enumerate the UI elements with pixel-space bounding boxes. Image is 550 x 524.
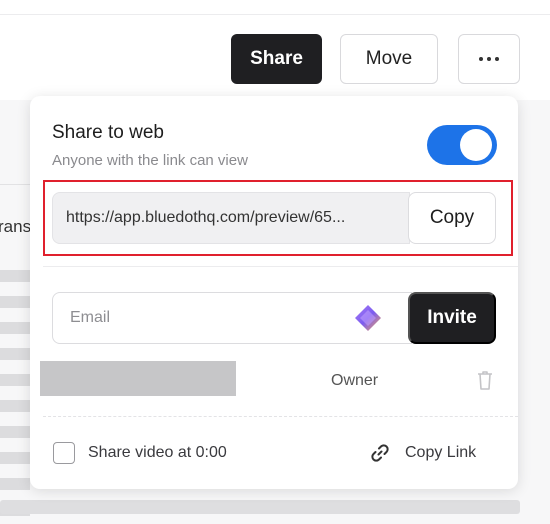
move-button[interactable]: Move <box>340 34 438 84</box>
toggle-knob <box>460 129 492 161</box>
background-lines <box>0 270 30 520</box>
share-to-web-title: Share to web <box>52 122 164 143</box>
copy-link-button[interactable]: Copy Link <box>405 444 476 462</box>
link-icon[interactable] <box>370 443 390 463</box>
invite-button[interactable]: Invite <box>408 292 496 344</box>
divider <box>43 266 518 267</box>
share-popover: Share to web Anyone with the link can vi… <box>30 96 518 489</box>
background-partial-text: rans <box>0 217 32 236</box>
member-role: Owner <box>331 372 379 389</box>
share-to-web-subtitle: Anyone with the link can view <box>52 152 248 169</box>
trash-icon[interactable] <box>475 369 495 391</box>
copy-button[interactable]: Copy <box>408 192 496 244</box>
background-scrollbar <box>0 500 520 514</box>
member-name-redacted <box>40 361 236 396</box>
share-video-label: Share video at 0:00 <box>88 444 227 461</box>
share-link-field[interactable]: https://app.bluedothq.com/preview/65... <box>52 192 410 244</box>
ai-sparkle-icon[interactable] <box>354 304 382 332</box>
background-divider <box>0 184 30 185</box>
share-button[interactable]: Share <box>231 34 322 84</box>
share-to-web-toggle[interactable] <box>427 125 497 165</box>
more-horizontal-icon <box>479 57 499 61</box>
more-options-button[interactable] <box>458 34 520 84</box>
divider-dashed <box>43 416 518 417</box>
share-video-checkbox[interactable] <box>53 442 75 464</box>
top-divider <box>0 14 550 15</box>
